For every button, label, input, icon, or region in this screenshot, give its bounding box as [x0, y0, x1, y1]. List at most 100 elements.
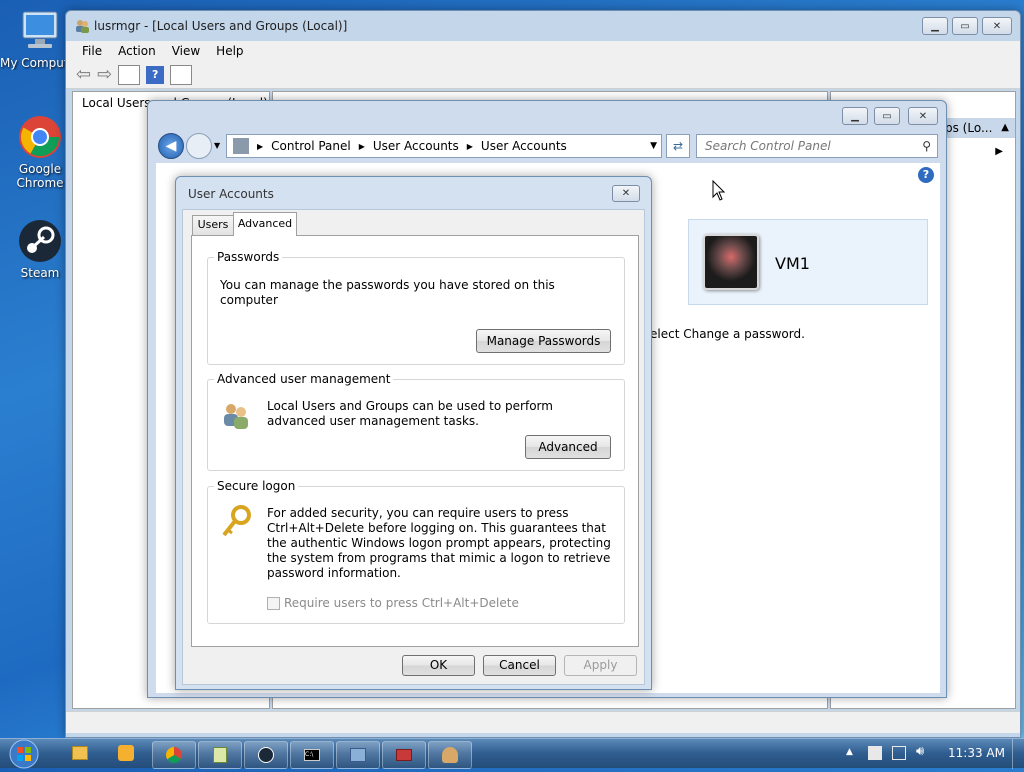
- breadcrumb-user-accounts[interactable]: User Accounts: [373, 139, 459, 153]
- tab-panel: Passwords You can manage the passwords y…: [191, 235, 639, 647]
- network-icon[interactable]: [892, 746, 906, 760]
- secure-logon-text: For added security, you can require user…: [267, 506, 611, 580]
- taskbar-mmc[interactable]: [336, 741, 380, 769]
- passwords-title: Passwords: [214, 250, 283, 264]
- users-icon: [442, 747, 458, 763]
- taskbar-notepad[interactable]: [198, 741, 242, 769]
- cancel-button[interactable]: Cancel: [483, 655, 556, 676]
- advanced-management-text: Local Users and Groups can be used to pe…: [267, 399, 553, 428]
- cp-back-button[interactable]: ◀: [158, 133, 184, 159]
- cp-maximize-button[interactable]: ▭: [874, 107, 900, 125]
- user-picture-icon: [703, 234, 759, 290]
- help-circle-icon[interactable]: ?: [918, 167, 934, 183]
- taskbar: C:\ ▲ 🔊︎ 11:33 AM: [0, 738, 1024, 769]
- show-action-pane-icon[interactable]: [170, 64, 193, 85]
- advanced-button[interactable]: Advanced: [525, 435, 611, 459]
- cp-forward-button[interactable]: [186, 133, 212, 159]
- dialog-body: Users Advanced Passwords You can manage …: [182, 209, 645, 685]
- back-arrow-icon[interactable]: ⇦: [76, 64, 91, 85]
- volume-icon[interactable]: 🔊︎: [916, 744, 924, 759]
- passwords-text: You can manage the passwords you have st…: [220, 278, 555, 307]
- show-hide-tree-icon[interactable]: [118, 64, 141, 85]
- cp-close-button[interactable]: ✕: [908, 107, 938, 125]
- lusrmgr-status-bar: [66, 711, 1020, 733]
- breadcrumb-control-panel[interactable]: Control Panel: [271, 139, 351, 153]
- chrome-icon: [17, 114, 63, 160]
- computer-icon: [17, 8, 63, 54]
- notepad-icon: [213, 747, 227, 763]
- control-panel-icon: [233, 138, 249, 154]
- breadcrumb-separator-icon: ▶: [358, 141, 365, 151]
- menu-action[interactable]: Action: [118, 44, 156, 58]
- help-icon[interactable]: ?: [146, 65, 165, 84]
- cmd-icon: C:\: [304, 749, 320, 761]
- advanced-management-title: Advanced user management: [214, 372, 394, 386]
- advanced-management-group: Advanced user management Local Users and…: [207, 372, 625, 471]
- menu-file[interactable]: File: [82, 44, 102, 58]
- ctrl-alt-del-checkbox-row[interactable]: Require users to press Ctrl+Alt+Delete: [267, 596, 519, 610]
- tab-advanced[interactable]: Advanced: [233, 212, 297, 236]
- lusrmgr-menu-bar: File Action View Help: [66, 41, 1020, 61]
- taskbar-toolbox[interactable]: [382, 741, 426, 769]
- secure-logon-title: Secure logon: [214, 479, 299, 493]
- cp-minimize-button[interactable]: ▁: [842, 107, 868, 125]
- lusrmgr-title: lusrmgr - [Local Users and Groups (Local…: [94, 19, 348, 33]
- user-accounts-dialog[interactable]: User Accounts ✕ Users Advanced Passwords…: [175, 176, 652, 690]
- user-name: VM1: [775, 254, 810, 273]
- toolbox-icon: [396, 749, 412, 761]
- user-tile[interactable]: VM1: [688, 219, 928, 305]
- show-hidden-icons[interactable]: ▲: [846, 747, 853, 757]
- collapse-arrow-icon[interactable]: ▲: [1001, 118, 1009, 138]
- users-group-icon: [220, 400, 252, 435]
- taskbar-cmd[interactable]: C:\: [290, 741, 334, 769]
- taskbar-chrome[interactable]: [152, 741, 196, 769]
- breadcrumb-separator-icon: ▶: [257, 141, 264, 151]
- mouse-cursor-icon: [712, 179, 726, 205]
- show-desktop-button[interactable]: [1012, 739, 1024, 769]
- quick-media-icon[interactable]: [118, 745, 134, 761]
- close-button[interactable]: ✕: [982, 17, 1012, 35]
- clock[interactable]: 11:33 AM: [948, 746, 1005, 760]
- forward-arrow-icon[interactable]: ⇨: [97, 64, 112, 85]
- breadcrumb-user-accounts-2[interactable]: User Accounts: [481, 139, 567, 153]
- steam-icon: [258, 747, 274, 763]
- manage-passwords-button[interactable]: Manage Passwords: [476, 329, 611, 353]
- ctrl-alt-del-label: Require users to press Ctrl+Alt+Delete: [284, 596, 519, 610]
- dialog-close-button[interactable]: ✕: [612, 185, 640, 202]
- menu-view[interactable]: View: [172, 44, 200, 58]
- desktop-icon-label: Google Chrome: [16, 162, 64, 190]
- refresh-button[interactable]: ⇄: [666, 134, 690, 158]
- secure-logon-group: Secure logon For added security, you can…: [207, 479, 625, 624]
- passwords-group: Passwords You can manage the passwords y…: [207, 250, 625, 365]
- search-placeholder: Search Control Panel: [705, 139, 831, 153]
- expand-arrow-icon[interactable]: ▶: [995, 146, 1003, 157]
- cp-history-dropdown-icon[interactable]: ▼: [214, 141, 220, 150]
- cp-instruction-text: elect Change a password.: [650, 327, 805, 341]
- steam-icon: [17, 218, 63, 264]
- lusrmgr-app-icon: [74, 18, 90, 34]
- desktop-icon-label: My Computer: [0, 56, 66, 70]
- key-icon: [220, 505, 252, 542]
- taskbar-steam[interactable]: [244, 741, 288, 769]
- cp-search-box[interactable]: Search Control Panel ⚲: [696, 134, 938, 158]
- apply-button[interactable]: Apply: [564, 655, 637, 676]
- mmc-icon: [350, 748, 366, 762]
- chrome-icon: [166, 747, 182, 763]
- quick-explorer-icon[interactable]: [72, 746, 88, 760]
- cp-address-bar[interactable]: ▶ Control Panel ▶ User Accounts ▶ User A…: [226, 134, 662, 158]
- start-button[interactable]: [4, 739, 44, 769]
- menu-help[interactable]: Help: [216, 44, 243, 58]
- maximize-button[interactable]: ▭: [952, 17, 978, 35]
- taskbar-users[interactable]: [428, 741, 472, 769]
- minimize-button[interactable]: ▁: [922, 17, 948, 35]
- breadcrumb-separator-icon: ▶: [466, 141, 473, 151]
- address-dropdown-icon[interactable]: ▼: [650, 141, 657, 151]
- search-icon: ⚲: [922, 139, 931, 153]
- ctrl-alt-del-checkbox[interactable]: [267, 596, 280, 610]
- action-center-icon[interactable]: [868, 746, 882, 760]
- lusrmgr-title-bar[interactable]: lusrmgr - [Local Users and Groups (Local…: [66, 11, 1020, 41]
- ok-button[interactable]: OK: [402, 655, 475, 676]
- dialog-title: User Accounts: [188, 187, 274, 201]
- lusrmgr-toolbar: ⇦ ⇨ ?: [66, 61, 1020, 89]
- tab-users[interactable]: Users: [192, 215, 234, 235]
